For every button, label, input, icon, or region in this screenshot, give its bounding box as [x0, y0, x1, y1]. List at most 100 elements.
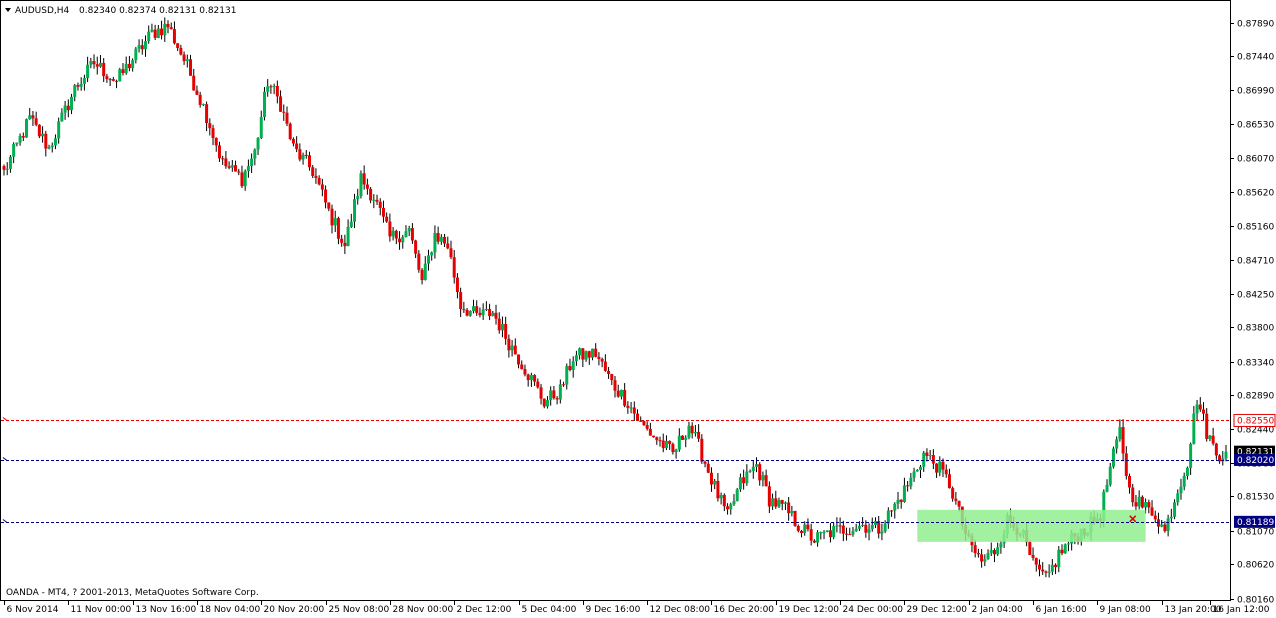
candle [44, 130, 48, 157]
candle [545, 396, 549, 409]
candle [50, 142, 54, 153]
x-tick-label: 6 Jan 16:00 [1036, 605, 1088, 615]
y-tick-label: 0.86530 [1237, 121, 1274, 131]
candle [192, 68, 196, 91]
candle [330, 204, 334, 234]
candle [697, 424, 701, 442]
candle [1156, 512, 1160, 534]
candle [327, 202, 331, 212]
triangle-down-icon[interactable] [5, 8, 11, 12]
candle [41, 126, 45, 143]
candle [121, 63, 125, 76]
candle [590, 348, 594, 361]
candle [394, 229, 398, 245]
x-tick-label: 6 Nov 2014 [7, 605, 59, 615]
candle [668, 440, 672, 450]
candle [359, 170, 363, 199]
candle [356, 188, 360, 205]
candle [819, 531, 823, 540]
candle [488, 303, 492, 321]
x-tick-label: 5 Dec 04:00 [522, 605, 577, 615]
candle [928, 449, 932, 460]
candle [481, 303, 485, 320]
candle [295, 136, 299, 153]
candle [809, 523, 813, 546]
candle [533, 374, 537, 386]
candle [542, 398, 546, 409]
candle [1105, 479, 1109, 493]
candle [1208, 434, 1212, 442]
candle [1118, 419, 1122, 442]
candle [890, 510, 894, 517]
candle [314, 168, 318, 184]
candle [433, 225, 437, 259]
candle [217, 141, 221, 162]
candle [243, 169, 247, 191]
candle [639, 416, 643, 422]
x-tick-label: 25 Nov 08:00 [329, 605, 390, 615]
candle [1115, 436, 1119, 454]
candle [1179, 478, 1183, 500]
candle [681, 435, 685, 441]
candle [179, 44, 183, 56]
candle [600, 357, 604, 368]
candle [626, 401, 630, 414]
candle [790, 505, 794, 517]
candle [1176, 489, 1180, 506]
candle [156, 24, 160, 39]
candle [378, 198, 382, 216]
candle [902, 477, 906, 503]
candle [147, 25, 151, 44]
candle [237, 168, 241, 176]
candle [285, 106, 289, 127]
candle [536, 378, 540, 389]
y-tick-label: 0.86990 [1237, 87, 1274, 97]
candle [240, 165, 244, 189]
candle [1189, 442, 1193, 475]
candle [947, 468, 951, 489]
candle [224, 150, 228, 169]
candle [783, 501, 787, 511]
candle [935, 463, 939, 478]
candle [1131, 483, 1135, 507]
candle [909, 472, 913, 490]
candle [555, 396, 559, 405]
resistance-price-tag: 0.82550 [1233, 413, 1276, 427]
y-tick-label: 0.85160 [1237, 223, 1274, 233]
candle [169, 22, 173, 30]
candle [143, 35, 147, 57]
candle [31, 111, 35, 126]
candle [558, 379, 562, 404]
candle [475, 300, 479, 316]
candle [587, 350, 591, 365]
price-chart[interactable]: 0.87890 0.87440 0.86990 0.86530 0.86070 0.856… [0, 0, 1276, 618]
candle [89, 57, 93, 69]
candle [404, 225, 408, 238]
candle [674, 448, 678, 459]
candle [677, 428, 681, 452]
candle [999, 540, 1003, 554]
candle [832, 522, 836, 540]
candle [5, 162, 9, 176]
candle [391, 226, 395, 241]
candle [140, 39, 144, 55]
candle [806, 518, 810, 532]
candle [118, 67, 122, 82]
candle [867, 523, 871, 541]
candle [732, 494, 736, 506]
x-tick-label: 29 Dec 12:00 [907, 605, 968, 615]
candle [37, 124, 41, 139]
candle [652, 435, 656, 438]
candle [877, 516, 881, 539]
candle [880, 523, 884, 541]
candle [407, 225, 411, 236]
candle [729, 502, 733, 515]
x-tick-label: 9 Dec 16:00 [586, 605, 641, 615]
candle [825, 530, 829, 533]
candle [304, 150, 308, 159]
candle [336, 216, 340, 245]
candle [706, 459, 710, 474]
candle [468, 310, 472, 317]
candle [185, 54, 189, 68]
candle [571, 356, 575, 378]
